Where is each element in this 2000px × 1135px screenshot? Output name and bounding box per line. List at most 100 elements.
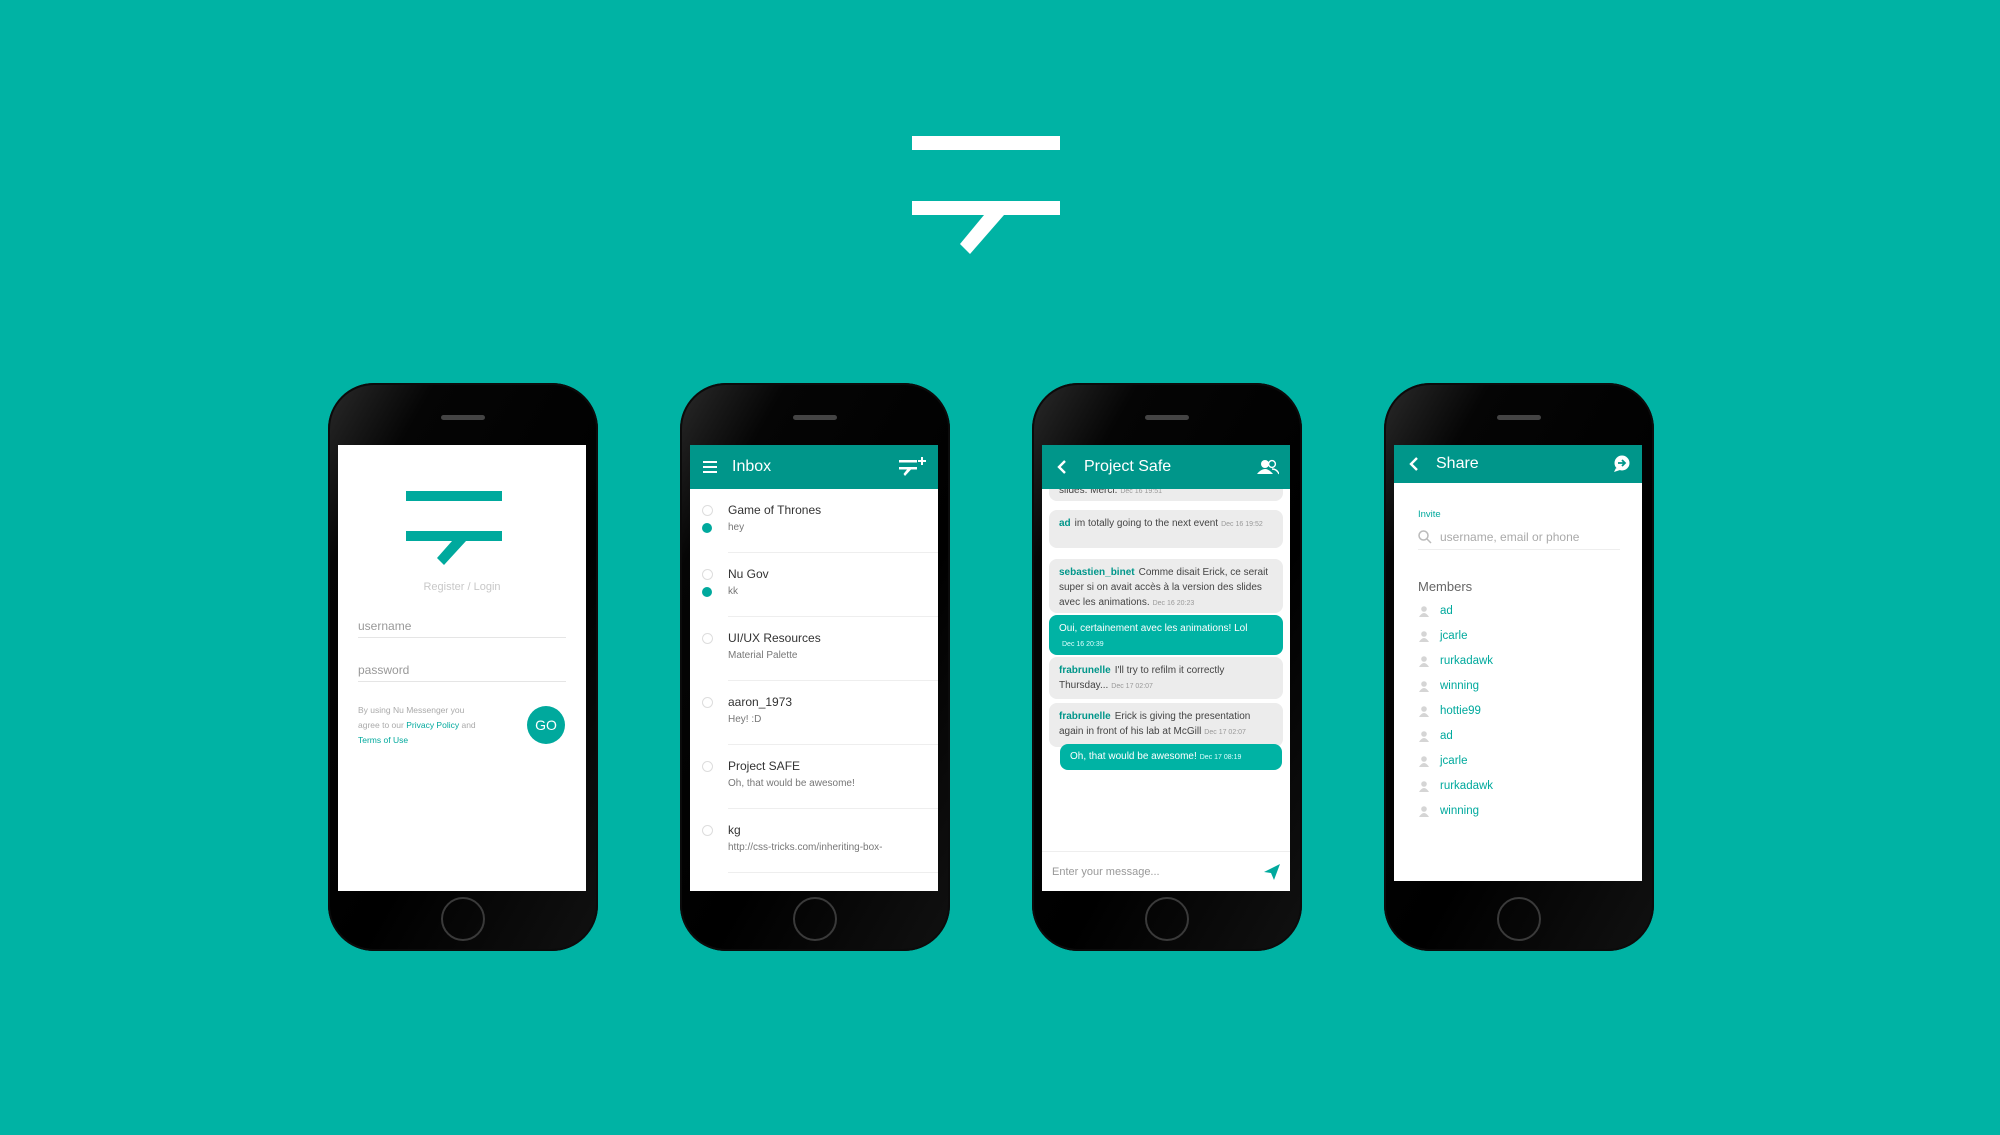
privacy-policy-link[interactable]: Privacy Policy: [406, 720, 459, 730]
home-button: [1497, 897, 1541, 941]
message-text: Oh, that would be awesome!: [1070, 751, 1197, 762]
member-item[interactable]: jcarle: [1418, 755, 1467, 767]
member-item[interactable]: winning: [1418, 680, 1479, 692]
chat-appbar: Project Safe: [1042, 445, 1290, 489]
phone-share: Share Invite username, email or phone Me…: [1384, 383, 1654, 951]
member-item[interactable]: jcarle: [1418, 630, 1467, 642]
home-button: [441, 897, 485, 941]
member-name: hottie99: [1440, 705, 1481, 717]
share-chat-icon[interactable]: [1612, 454, 1632, 474]
hamburger-menu-icon[interactable]: [700, 457, 720, 477]
terms-of-use-link[interactable]: Terms of Use: [358, 735, 408, 745]
password-field[interactable]: password: [358, 663, 566, 682]
select-circle[interactable]: [702, 633, 713, 644]
go-button[interactable]: GO: [527, 706, 565, 744]
member-name: ad: [1440, 605, 1453, 617]
username-field[interactable]: username: [358, 619, 566, 638]
select-circle[interactable]: [702, 825, 713, 836]
message-bubble[interactable]: frabrunelle I'll try to refilm it correct…: [1049, 657, 1283, 699]
conversation-preview: hey: [728, 522, 745, 533]
member-item[interactable]: winning: [1418, 805, 1479, 817]
person-icon: [1418, 655, 1430, 667]
speaker: [441, 415, 485, 420]
select-circle[interactable]: [702, 697, 713, 708]
inbox-item[interactable]: Game of Thrones hey: [702, 489, 938, 553]
select-circle[interactable]: [702, 761, 713, 772]
message-username: frabrunelle: [1059, 665, 1111, 676]
person-icon: [1418, 680, 1430, 692]
group-icon[interactable]: [1256, 457, 1280, 477]
message-bubble[interactable]: ad im totally going to the next event Dec …: [1049, 510, 1283, 548]
chat-title: Project Safe: [1084, 458, 1172, 475]
conversation-name: aaron_1973: [728, 695, 793, 709]
inbox-list: Game of Thrones hey Nu Gov kk UI/UX Resource…: [690, 489, 938, 873]
member-item[interactable]: rurkadawk: [1418, 780, 1493, 792]
back-chevron-icon[interactable]: [1404, 454, 1424, 474]
member-item[interactable]: ad: [1418, 605, 1453, 617]
message-input[interactable]: Enter your message...: [1052, 866, 1264, 878]
message-text: slides. Merci.: [1059, 489, 1118, 496]
message-list[interactable]: slides. Merci. Dec 16 19:51 ad im totally g…: [1042, 489, 1290, 851]
member-name: ad: [1440, 730, 1453, 742]
share-appbar: Share: [1394, 445, 1642, 483]
phone-inbox: Inbox Game of Thrones hey Nu Gov kk UI/UX Re…: [680, 383, 950, 951]
speaker: [1497, 415, 1541, 420]
person-icon: [1418, 780, 1430, 792]
member-item[interactable]: rurkadawk: [1418, 655, 1493, 667]
conversation-preview: http://css-tricks.com/inheriting-box-: [728, 842, 883, 853]
message-time: Dec 16 20:39: [1062, 641, 1104, 648]
speaker: [1145, 415, 1189, 420]
member-item[interactable]: ad: [1418, 730, 1453, 742]
person-icon: [1418, 630, 1430, 642]
person-icon: [1418, 605, 1430, 617]
invite-search-placeholder: username, email or phone: [1440, 530, 1580, 544]
conversation-name: Game of Thrones: [728, 503, 822, 517]
message-bubble[interactable]: sebastien_binet Comme disait Erick, ce se…: [1049, 559, 1283, 613]
inbox-item[interactable]: aaron_1973 Hey! :D: [702, 681, 938, 745]
send-icon[interactable]: [1264, 863, 1280, 880]
login-screen: Register / Login username password By us…: [338, 445, 586, 891]
message-time: Dec 17 08:19: [1199, 754, 1242, 761]
member-name: rurkadawk: [1440, 780, 1494, 792]
unread-dot: [702, 587, 712, 597]
new-conversation-icon[interactable]: [898, 457, 928, 477]
inbox-item[interactable]: Project SAFE Oh, that would be awesome!: [702, 745, 938, 809]
message-bubble[interactable]: frabrunelle Erick is giving the presentat…: [1049, 703, 1283, 747]
inbox-item[interactable]: UI/UX Resources Material Palette: [702, 617, 938, 681]
inbox-appbar: Inbox: [690, 445, 938, 489]
person-icon: [1418, 730, 1430, 742]
conversation-preview: kk: [728, 586, 738, 597]
chat-screen: Project Safe slides. Merci. Dec 16 19:51 a…: [1042, 445, 1290, 891]
conversation-preview: Oh, that would be awesome!: [728, 778, 855, 789]
my-message-bubble[interactable]: Oui, certainement avec les animations! L…: [1049, 615, 1283, 655]
member-name: jcarle: [1440, 630, 1468, 642]
message-text: Oui, certainement avec les animations! L…: [1059, 623, 1248, 634]
select-circle[interactable]: [702, 505, 713, 516]
message-bubble[interactable]: slides. Merci. Dec 16 19:51: [1049, 489, 1283, 501]
conversation-name: Project SAFE: [728, 759, 801, 773]
nu-logo-icon: [406, 491, 502, 565]
members-heading: Members: [1418, 579, 1473, 594]
invite-search-field[interactable]: username, email or phone: [1418, 525, 1620, 550]
inbox-screen: Inbox Game of Thrones hey Nu Gov kk UI/UX Re…: [690, 445, 938, 891]
conversation-preview: Hey! :D: [728, 714, 762, 725]
inbox-item[interactable]: kg http://css-tricks.com/inheriting-box-: [702, 809, 938, 873]
back-chevron-icon[interactable]: [1052, 457, 1072, 477]
select-circle[interactable]: [702, 569, 713, 580]
message-time: Dec 17 02:07: [1111, 683, 1153, 690]
message-username: sebastien_binet: [1059, 567, 1135, 578]
member-item[interactable]: hottie99: [1418, 705, 1481, 717]
message-composer: Enter your message...: [1042, 851, 1290, 891]
message-time: Dec 16 19:52: [1221, 521, 1263, 528]
inbox-item[interactable]: Nu Gov kk: [702, 553, 938, 617]
member-name: winning: [1440, 680, 1479, 692]
conversation-name: kg: [728, 823, 741, 837]
message-time: Dec 16 19:51: [1120, 489, 1163, 495]
unread-dot: [702, 523, 712, 533]
my-message-bubble[interactable]: Oh, that would be awesome! Dec 17 08:19: [1060, 744, 1282, 770]
share-screen: Share Invite username, email or phone Me…: [1394, 445, 1642, 881]
share-title: Share: [1436, 455, 1479, 472]
message-time: Dec 16 20:23: [1152, 600, 1195, 607]
home-button: [793, 897, 837, 941]
nu-logo-icon: [912, 136, 1060, 254]
